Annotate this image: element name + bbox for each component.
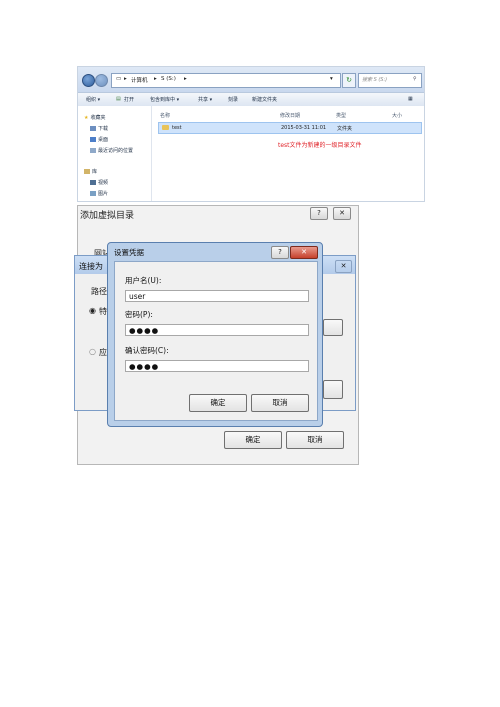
refresh-icon[interactable]: ↻: [342, 73, 356, 88]
radio-specific-user[interactable]: ◉: [89, 306, 96, 315]
toolbar-share[interactable]: 共享 ▾: [198, 96, 212, 103]
folder-icon: [162, 125, 169, 130]
toolbar-new-folder[interactable]: 新建文件夹: [252, 96, 277, 103]
nav-item-pictures[interactable]: 图片: [90, 190, 108, 197]
file-explorer-window: ▭ ▸ 计算机 ▸ S (S:) ▸ ▾ ↻ 搜索 S (S:) ⚲ 组织 ▾ …: [77, 66, 425, 202]
search-placeholder: 搜索 S (S:): [362, 77, 388, 83]
view-options-icon[interactable]: ▦: [408, 96, 413, 102]
dialog-title: 添加虚拟目录: [80, 211, 135, 221]
password-input[interactable]: ●●●●: [125, 324, 309, 336]
file-date: 2015-03-31 11:01: [281, 125, 327, 131]
star-icon: ★: [84, 115, 89, 121]
radio-app-user-label: 应: [99, 348, 107, 357]
nav-item-desktop[interactable]: 桌面: [90, 136, 108, 143]
address-bar-area: ▭ ▸ 计算机 ▸ S (S:) ▸ ▾ ↻ 搜索 S (S:) ⚲: [78, 67, 424, 92]
library-icon: [84, 169, 90, 174]
navigation-pane: ★ 收藏夹 下载 桌面 最近访问的位置 库 视频 图片: [78, 106, 152, 201]
address-input[interactable]: ▭ ▸ 计算机 ▸ S (S:) ▸ ▾: [111, 73, 341, 88]
username-input[interactable]: user: [125, 290, 309, 302]
dialog-title: 设置凭据: [114, 248, 144, 257]
nav-item-videos[interactable]: 视频: [90, 179, 108, 186]
dialog-button-partial[interactable]: [323, 380, 343, 399]
nav-item-downloads[interactable]: 下载: [90, 125, 108, 132]
toolbar-open[interactable]: 打开: [124, 96, 134, 103]
column-header-type[interactable]: 类型: [336, 112, 346, 119]
open-icon: ▤: [116, 96, 121, 102]
close-button[interactable]: ✕: [333, 207, 351, 220]
toolbar-burn[interactable]: 刻录: [228, 96, 238, 103]
dialog-title: 连接为: [79, 262, 103, 271]
search-icon: ⚲: [413, 76, 417, 82]
pictures-icon: [90, 191, 96, 196]
help-button[interactable]: ?: [310, 207, 328, 220]
file-row[interactable]: test 2015-03-31 11:01 文件夹: [158, 122, 422, 134]
close-button[interactable]: ✕: [335, 260, 352, 273]
video-icon: [90, 180, 96, 185]
cancel-button[interactable]: 取消: [286, 431, 344, 449]
nav-item-libraries[interactable]: 库: [84, 168, 97, 175]
nav-item-favorites[interactable]: ★ 收藏夹: [84, 114, 106, 121]
file-name: test: [172, 125, 182, 131]
path-label-partial: 路径: [91, 287, 107, 296]
breadcrumb-drive[interactable]: S (S:): [161, 76, 176, 82]
chevron-down-icon[interactable]: ▾: [330, 76, 333, 82]
breadcrumb-computer[interactable]: 计算机: [131, 76, 148, 84]
back-icon[interactable]: [82, 74, 95, 87]
breadcrumb-separator: ▸: [184, 76, 187, 82]
downloads-icon: [90, 126, 96, 131]
cancel-button[interactable]: 取消: [251, 394, 309, 412]
breadcrumb-separator: ▸: [154, 76, 157, 82]
dialog-body: 用户名(U): user 密码(P): ●●●● 确认密码(C): ●●●● 确…: [114, 261, 318, 421]
command-bar: 组织 ▾ ▤ 打开 包含到库中 ▾ 共享 ▾ 刻录 新建文件夹 ▦: [78, 92, 424, 107]
column-header-date[interactable]: 修改日期: [280, 112, 300, 119]
file-type: 文件夹: [337, 126, 353, 132]
file-list: 名称 修改日期 类型 大小 test 2015-03-31 11:01 文件夹: [152, 106, 424, 201]
confirm-password-input[interactable]: ●●●●: [125, 360, 309, 372]
help-button[interactable]: ?: [271, 246, 289, 259]
desktop-icon: [90, 137, 96, 142]
toolbar-include-library[interactable]: 包含到库中 ▾: [150, 96, 179, 103]
set-button-partial[interactable]: [323, 319, 343, 336]
ok-button[interactable]: 确定: [189, 394, 247, 412]
computer-icon: ▭: [116, 76, 122, 82]
column-header-size[interactable]: 大小: [392, 112, 402, 119]
annotation-note: test文件为新建的一级目录文件: [278, 142, 362, 149]
breadcrumb-separator: ▸: [124, 76, 127, 82]
nav-item-recent-places[interactable]: 最近访问的位置: [90, 147, 133, 154]
toolbar-organize[interactable]: 组织 ▾: [86, 96, 100, 103]
search-input[interactable]: 搜索 S (S:) ⚲: [358, 73, 422, 88]
recent-places-icon: [90, 148, 96, 153]
ok-button[interactable]: 确定: [224, 431, 282, 449]
radio-specific-user-label: 特: [99, 307, 107, 316]
radio-app-user[interactable]: ○: [89, 347, 96, 356]
username-label: 用户名(U):: [125, 276, 162, 285]
close-button[interactable]: ✕: [290, 246, 318, 259]
column-header-name[interactable]: 名称: [160, 112, 170, 119]
password-label: 密码(P):: [125, 310, 153, 319]
confirm-password-label: 确认密码(C):: [125, 346, 169, 355]
forward-icon[interactable]: [95, 74, 108, 87]
set-credentials-dialog: 设置凭据 ? ✕ 用户名(U): user 密码(P): ●●●● 确认密码(C…: [107, 242, 323, 427]
